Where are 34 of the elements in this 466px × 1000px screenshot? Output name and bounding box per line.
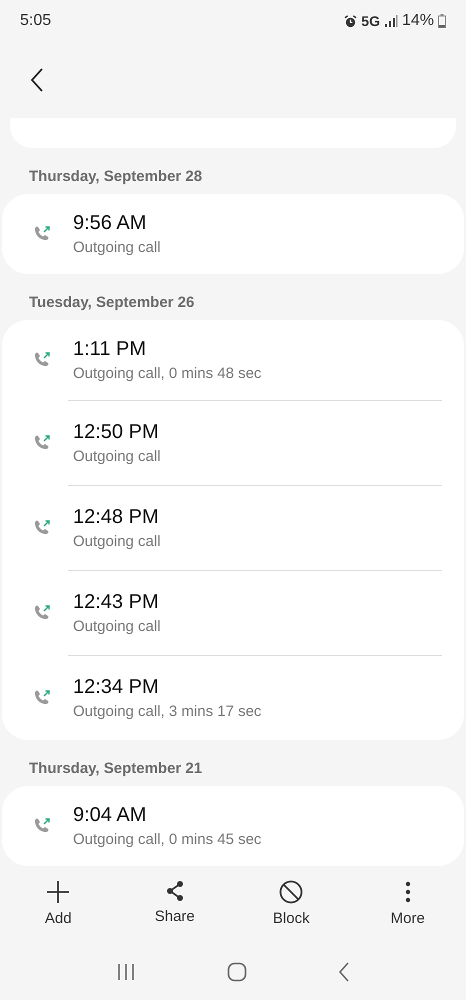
more-icon	[404, 880, 411, 904]
call-time: 12:43 PM	[73, 591, 160, 614]
call-time: 12:50 PM	[73, 421, 160, 444]
call-detail: Outgoing call	[73, 239, 161, 256]
call-time: 12:48 PM	[73, 506, 160, 529]
share-button[interactable]: Share	[134, 876, 215, 944]
battery-percent: 14%	[402, 12, 434, 30]
date-header: Thursday, September 21	[28, 759, 204, 779]
call-detail: Outgoing call	[73, 618, 161, 635]
share-icon	[164, 880, 185, 902]
call-time: 12:34 PM	[73, 676, 160, 699]
call-detail: Outgoing call, 0 mins 45 sec	[73, 831, 262, 848]
plus-icon	[46, 880, 70, 904]
call-time: 9:56 AM	[73, 212, 148, 235]
call-detail: Outgoing call, 0 mins 48 sec	[73, 365, 262, 382]
call-detail: Outgoing call	[73, 533, 161, 550]
signal-icon	[384, 15, 398, 27]
status-time: 5:05	[20, 12, 52, 30]
call-detail: Outgoing call	[73, 448, 161, 465]
add-button[interactable]: Add	[18, 876, 98, 944]
more-button[interactable]: More	[368, 876, 448, 944]
call-detail: Outgoing call, 3 mins 17 sec	[73, 703, 262, 720]
block-button[interactable]: Block	[251, 876, 332, 944]
recent-apps-icon[interactable]	[116, 963, 136, 981]
network-label: 5G	[361, 13, 380, 29]
call-time: 1:11 PM	[73, 338, 147, 361]
home-icon[interactable]	[226, 962, 247, 982]
back-icon[interactable]	[30, 68, 44, 92]
call-time: 9:04 AM	[73, 804, 148, 827]
date-header: Tuesday, September 26	[28, 293, 196, 313]
battery-icon	[438, 14, 446, 28]
block-icon	[279, 880, 304, 904]
alarm-clock-icon	[344, 14, 358, 28]
date-header: Thursday, September 28	[28, 167, 204, 187]
